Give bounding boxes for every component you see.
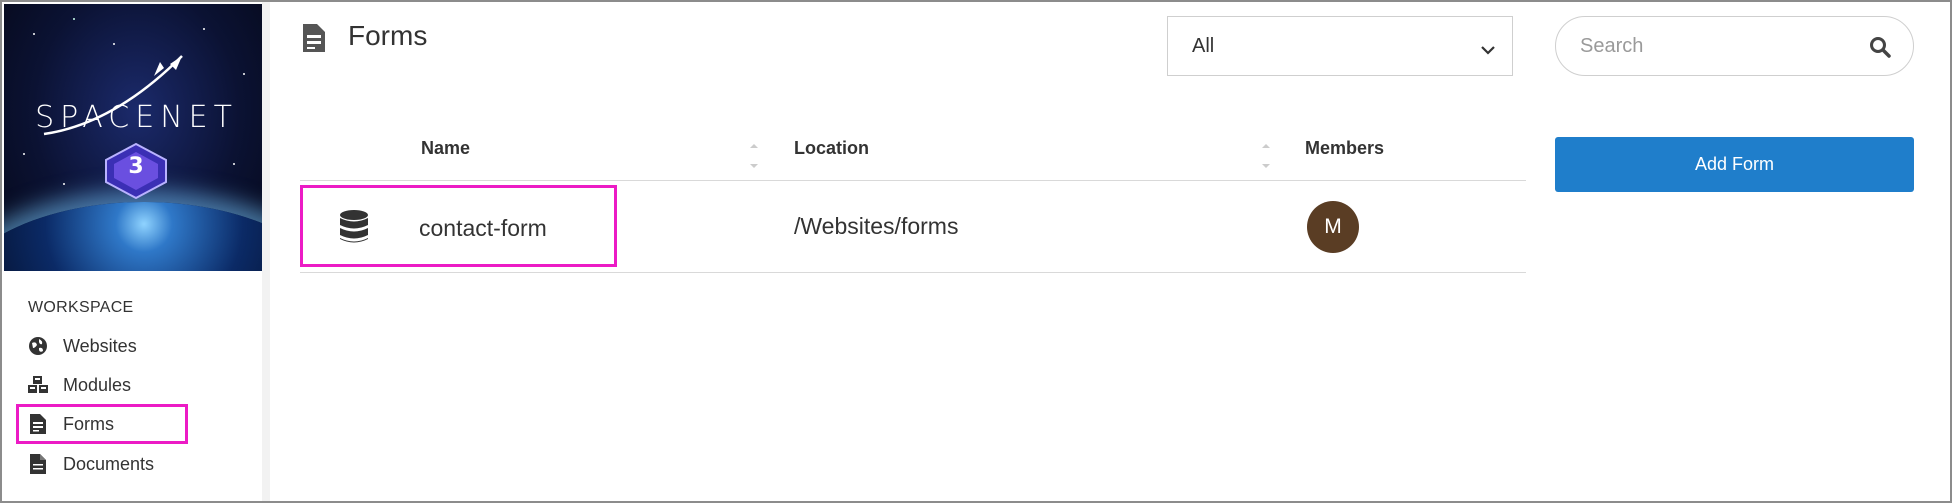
brand-name: SPACENET xyxy=(35,100,238,135)
form-icon xyxy=(27,413,49,435)
search-box[interactable] xyxy=(1555,16,1914,76)
sort-icon[interactable] xyxy=(1261,142,1271,172)
form-name[interactable]: contact-form xyxy=(419,215,547,242)
chevron-down-icon xyxy=(1480,39,1496,62)
cubes-icon xyxy=(27,374,49,396)
column-header-location[interactable]: Location xyxy=(794,138,869,159)
sidebar-item-label: Modules xyxy=(63,374,132,395)
sidebar: SPACENET 3 WORKSPACE Websites Modules Fo… xyxy=(2,2,269,501)
column-header-name[interactable]: Name xyxy=(421,138,470,159)
search-input[interactable] xyxy=(1580,34,1860,58)
workspace-section-label: WORKSPACE xyxy=(28,299,134,316)
sidebar-item-label: Forms xyxy=(63,413,114,434)
page-title: Forms xyxy=(348,20,428,51)
document-icon xyxy=(27,453,49,475)
filter-selected-value: All xyxy=(1192,34,1215,57)
sidebar-item-forms[interactable]: Forms xyxy=(16,404,188,444)
sidebar-item-modules[interactable]: Modules xyxy=(16,367,186,403)
brand-badge: 3 xyxy=(128,154,144,179)
filter-select[interactable]: All xyxy=(1167,16,1513,76)
column-header-members: Members xyxy=(1305,138,1385,158)
globe-icon xyxy=(27,335,49,357)
table-divider xyxy=(300,180,1526,181)
sort-icon[interactable] xyxy=(749,142,759,172)
sidebar-item-label: Documents xyxy=(63,453,155,474)
form-icon xyxy=(303,24,325,57)
rocket-icon xyxy=(23,18,245,200)
sidebar-item-documents[interactable]: Documents xyxy=(16,446,186,482)
app-window: SPACENET 3 WORKSPACE Websites Modules Fo… xyxy=(0,0,1952,503)
table-divider xyxy=(300,272,1526,273)
search-icon[interactable] xyxy=(1869,36,1891,63)
sidebar-item-label: Websites xyxy=(63,335,137,356)
form-location: /Websites/forms xyxy=(794,213,959,239)
spacenet-logo[interactable]: SPACENET 3 xyxy=(4,4,269,271)
avatar[interactable]: M xyxy=(1307,201,1359,253)
sidebar-divider xyxy=(262,2,270,501)
sidebar-item-websites[interactable]: Websites xyxy=(16,328,186,364)
add-form-button[interactable]: Add Form xyxy=(1555,137,1914,192)
